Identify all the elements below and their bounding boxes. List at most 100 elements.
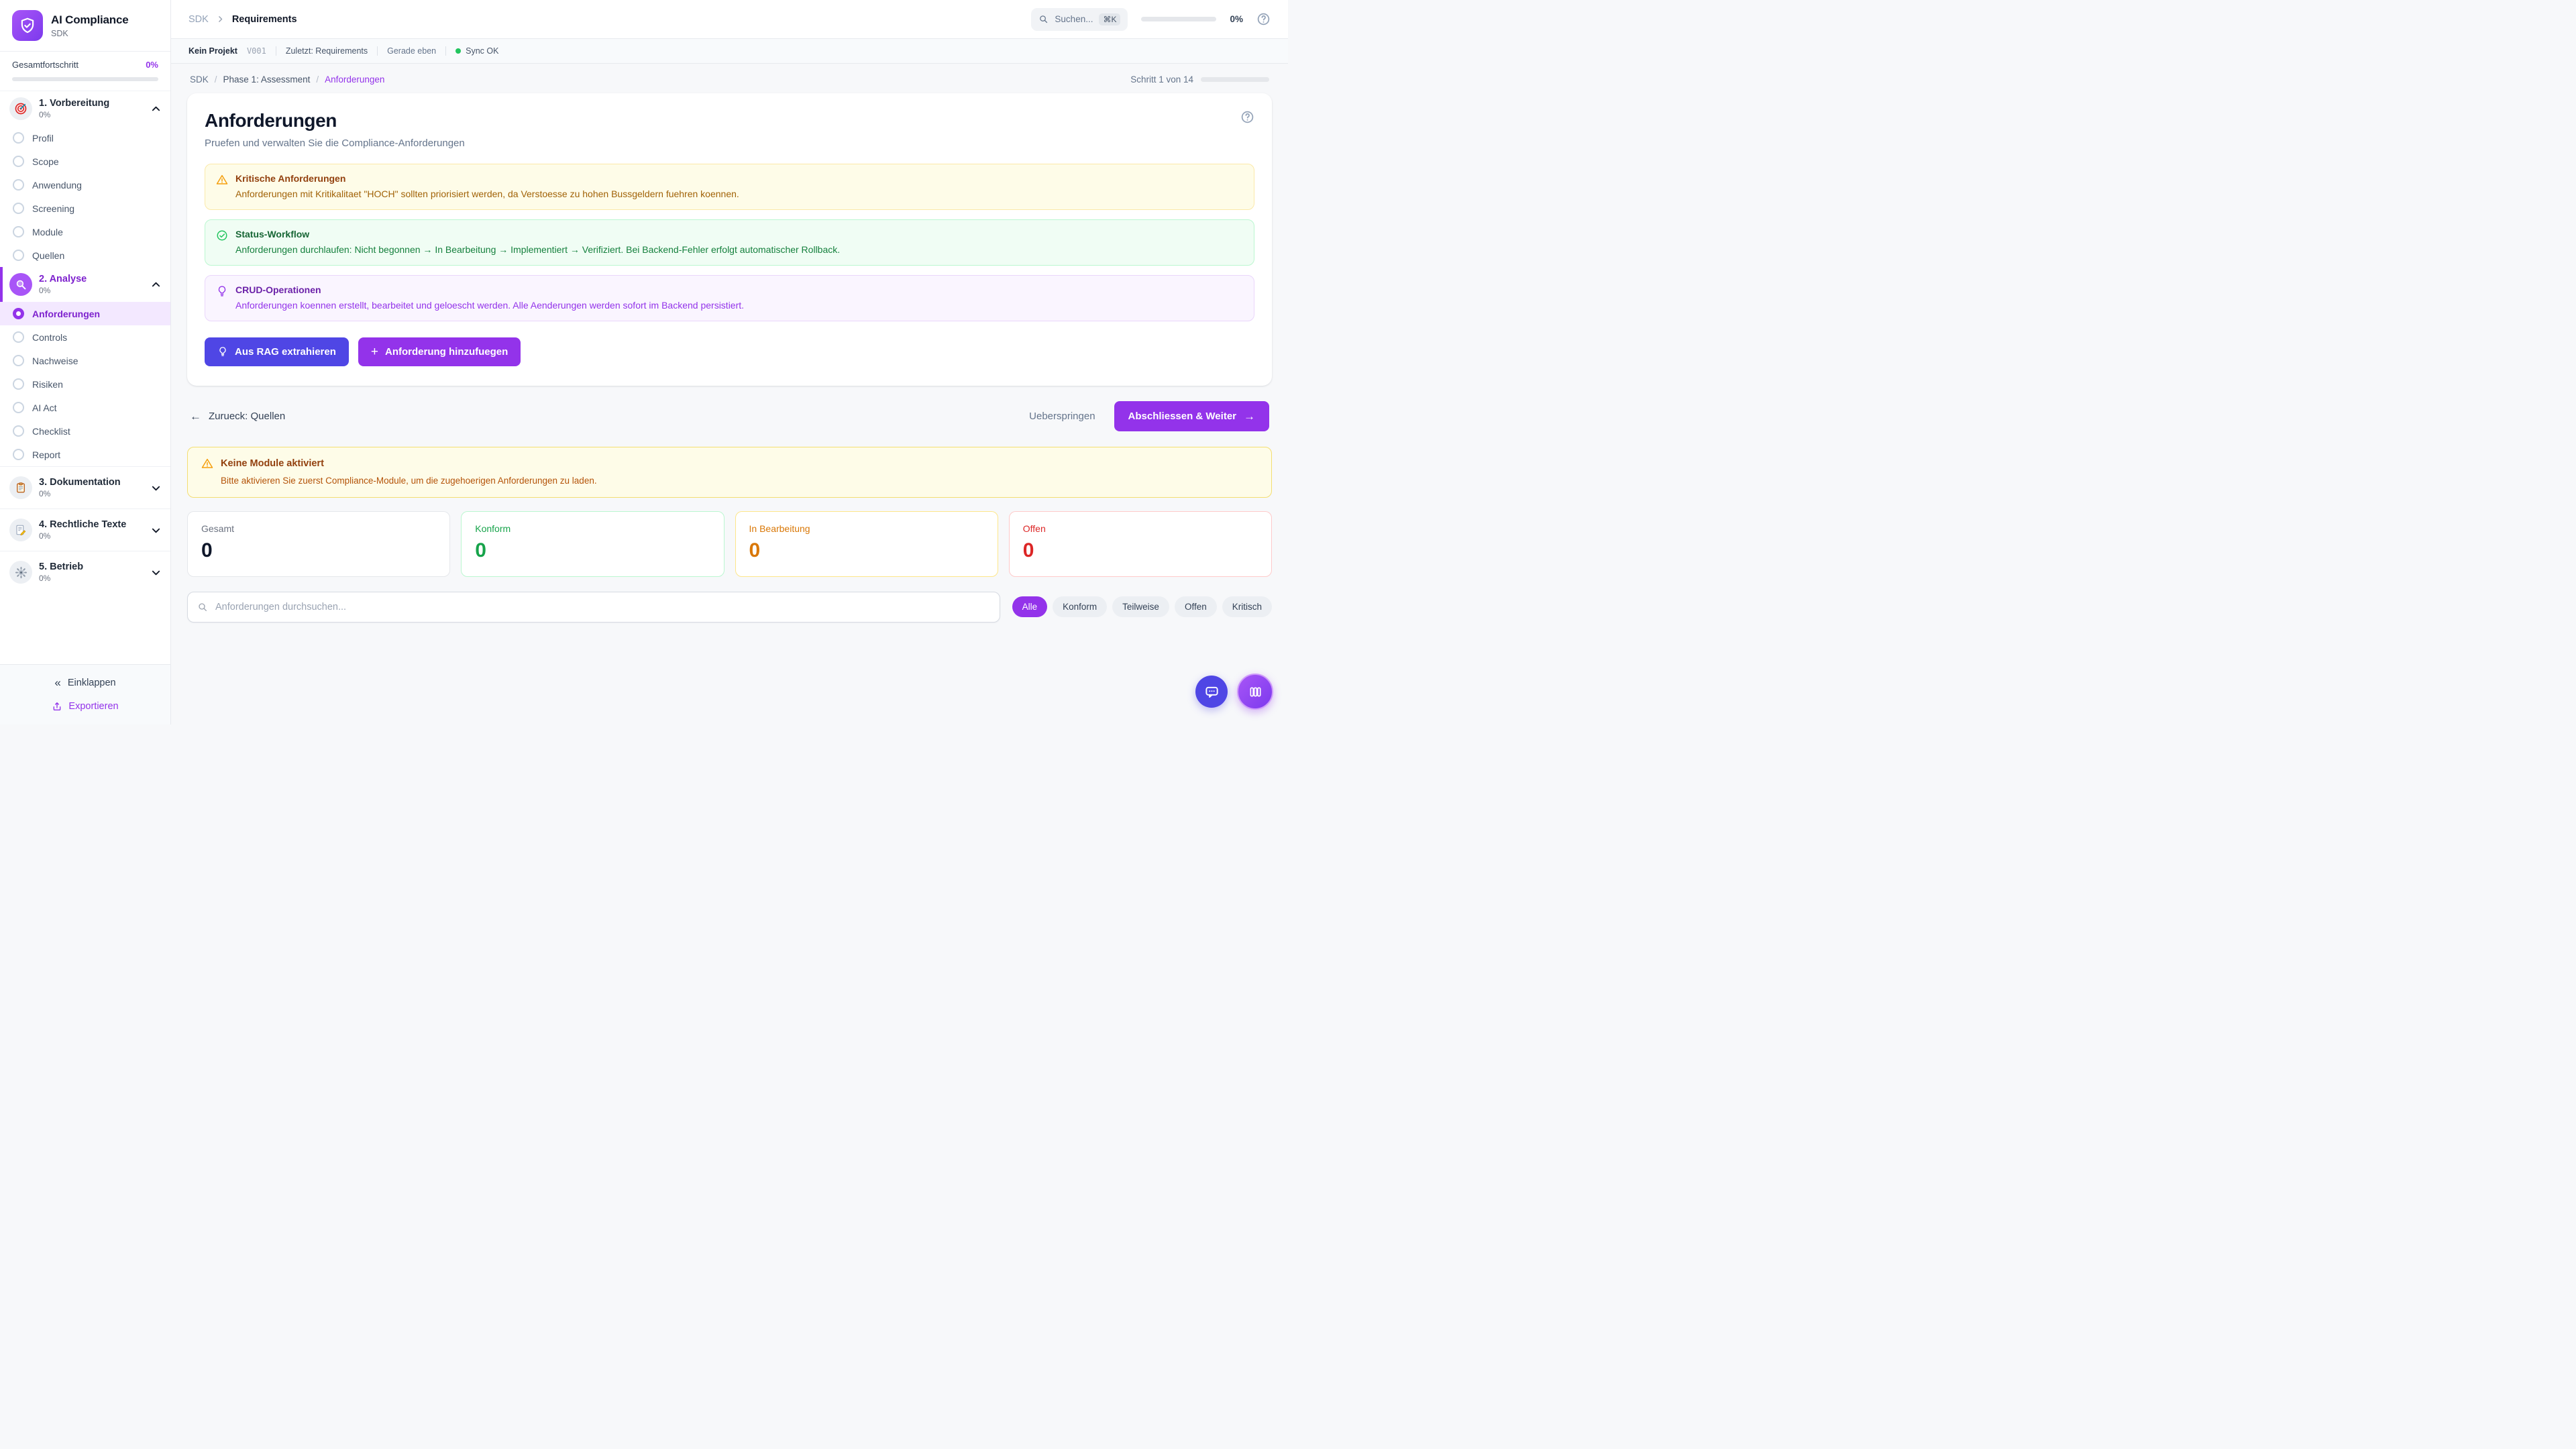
chevron-down-icon [151, 525, 161, 535]
section-title: 2. Analyse [39, 274, 87, 284]
sidebar-item-label: Scope [32, 156, 59, 167]
card-help-icon[interactable] [1240, 110, 1254, 124]
help-icon[interactable] [1256, 12, 1271, 26]
keyboard-shortcut-badge: ⌘K [1099, 13, 1120, 25]
stat-label: Konform [475, 523, 710, 534]
columns-fab-button[interactable] [1237, 674, 1273, 710]
sidebar-item-label: AI Act [32, 402, 57, 413]
skip-button[interactable]: Ueberspringen [1029, 411, 1095, 422]
section-title: 3. Dokumentation [39, 477, 121, 488]
breadcrumb-phase[interactable]: Phase 1: Assessment [223, 74, 311, 85]
step-progress-bar [1201, 77, 1269, 82]
sidebar-item-label: Profil [32, 133, 54, 144]
crud-operations-infobox: CRUD-Operationen Anforderungen koennen e… [205, 275, 1254, 321]
stat-value: 0 [1023, 539, 1258, 562]
app-header: AI Compliance SDK [0, 0, 170, 52]
radio-icon [13, 156, 24, 167]
warning-title: Keine Module aktiviert [221, 458, 324, 469]
chevron-up-icon [151, 104, 161, 114]
status-workflow-infobox: Status-Workflow Anforderungen durchlaufe… [205, 219, 1254, 266]
overall-progress-label: Gesamtfortschritt [12, 60, 78, 70]
sidebar-section-dokumentation[interactable]: 3. Dokumentation 0% [0, 470, 170, 505]
version-badge: V001 [247, 46, 266, 56]
columns-icon [1248, 685, 1263, 699]
sidebar-item-anwendung[interactable]: Anwendung [0, 173, 170, 197]
radio-icon [13, 179, 24, 191]
stat-card-gesamt: Gesamt 0 [187, 511, 450, 577]
filter-teilweise[interactable]: Teilweise [1112, 596, 1169, 617]
status-bar: Kein Projekt V001 Zuletzt: Requirements … [171, 39, 1288, 64]
overall-progress-bar [12, 77, 158, 81]
export-button[interactable]: Exportieren [52, 701, 118, 712]
radio-icon [13, 203, 24, 214]
global-search-input[interactable]: Suchen... ⌘K [1031, 8, 1128, 31]
sidebar-item-anforderungen[interactable]: Anforderungen [0, 302, 170, 325]
extract-button-label: Aus RAG extrahieren [235, 346, 336, 358]
target-icon [9, 97, 32, 120]
sidebar-item-controls[interactable]: Controls [0, 325, 170, 349]
requirements-search-input[interactable] [215, 602, 990, 612]
filter-konform[interactable]: Konform [1053, 596, 1107, 617]
sidebar-section-rechtliche-texte[interactable]: 4. Rechtliche Texte 0% [0, 513, 170, 547]
page-title: Anforderungen [205, 110, 337, 131]
arrow-right-icon: → [1244, 411, 1255, 422]
stat-card-offen: Offen 0 [1009, 511, 1272, 577]
chat-fab-button[interactable] [1195, 676, 1228, 708]
sidebar-item-risiken[interactable]: Risiken [0, 372, 170, 396]
sidebar-item-module[interactable]: Module [0, 220, 170, 244]
radio-icon [13, 425, 24, 437]
warning-body: Bitte aktivieren Sie zuerst Compliance-M… [221, 476, 1258, 486]
double-chevron-left-icon: « [54, 676, 60, 690]
filter-alle[interactable]: Alle [1012, 596, 1048, 617]
sidebar-item-report[interactable]: Report [0, 443, 170, 466]
step-indicator: Schritt 1 von 14 [1130, 74, 1269, 85]
shield-check-icon [19, 17, 36, 34]
filter-kritisch[interactable]: Kritisch [1222, 596, 1272, 617]
filter-bar: Alle Konform Teilweise Offen Kritisch [187, 592, 1272, 623]
finish-and-next-button[interactable]: Abschliessen & Weiter → [1114, 401, 1269, 431]
sidebar-item-nachweise[interactable]: Nachweise [0, 349, 170, 372]
radio-icon [13, 449, 24, 460]
lightbulb-icon [217, 346, 228, 357]
back-button[interactable]: ← Zurueck: Quellen [190, 411, 285, 422]
filter-offen[interactable]: Offen [1175, 596, 1217, 617]
sidebar-item-quellen[interactable]: Quellen [0, 244, 170, 267]
breadcrumb-current: Requirements [232, 14, 297, 25]
requirements-search-box [187, 592, 1000, 623]
breadcrumb-sdk[interactable]: SDK [190, 74, 209, 85]
breadcrumb-root[interactable]: SDK [189, 14, 209, 25]
collapse-sidebar-button[interactable]: « Einklappen [54, 676, 115, 690]
page-breadcrumb: SDK / Phase 1: Assessment / Anforderunge… [190, 74, 384, 85]
sidebar-item-scope[interactable]: Scope [0, 150, 170, 173]
section-progress: 0% [39, 286, 87, 295]
search-icon [197, 602, 208, 612]
breadcrumb-separator: / [316, 74, 319, 85]
sidebar-item-ai-act[interactable]: AI Act [0, 396, 170, 419]
sidebar-nav: 1. Vorbereitung 0% Profil Scope Anwendun… [0, 91, 170, 664]
sidebar-item-label: Screening [32, 203, 74, 214]
extract-from-rag-button[interactable]: Aus RAG extrahieren [205, 337, 349, 366]
sidebar-item-label: Module [32, 227, 63, 237]
search-icon [1038, 14, 1049, 24]
chevron-right-icon [216, 15, 225, 23]
sidebar-section-analyse[interactable]: 2. Analyse 0% [0, 267, 170, 302]
stat-label: In Bearbeitung [749, 523, 984, 534]
divider [377, 46, 378, 56]
filter-pills: Alle Konform Teilweise Offen Kritisch [1012, 596, 1272, 617]
section-progress: 0% [39, 489, 121, 498]
sidebar-item-screening[interactable]: Screening [0, 197, 170, 220]
sidebar-footer: « Einklappen Exportieren [0, 664, 170, 724]
app-title: AI Compliance [51, 13, 128, 27]
add-requirement-button[interactable]: + Anforderung hinzufuegen [358, 337, 521, 366]
sidebar-section-betrieb[interactable]: 5. Betrieb 0% [0, 555, 170, 590]
floating-actions [1195, 674, 1273, 710]
sidebar-item-checklist[interactable]: Checklist [0, 419, 170, 443]
warning-triangle-icon [201, 458, 213, 470]
sidebar-item-label: Checklist [32, 426, 70, 437]
page-content: SDK / Phase 1: Assessment / Anforderunge… [171, 64, 1288, 724]
sync-ok-dot-icon [455, 48, 461, 54]
infobox-title: Kritische Anforderungen [235, 173, 739, 184]
upload-icon [52, 701, 62, 712]
sidebar-section-vorbereitung[interactable]: 1. Vorbereitung 0% [0, 91, 170, 126]
sidebar-item-profil[interactable]: Profil [0, 126, 170, 150]
